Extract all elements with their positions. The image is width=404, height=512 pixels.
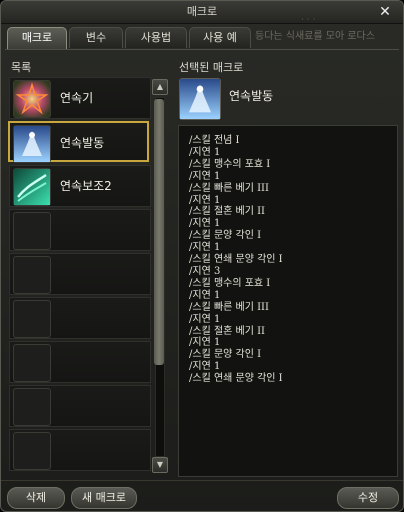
green-wave-icon <box>13 168 51 206</box>
tab-usage[interactable]: 사용법 <box>125 27 187 48</box>
empty-slot-icon <box>13 388 51 426</box>
frost-figure-icon <box>13 125 51 163</box>
macro-name: 연속기 <box>60 91 94 105</box>
empty-slot-icon <box>13 344 51 382</box>
spark-star-icon <box>13 80 51 118</box>
scroll-up-icon[interactable]: ▲ <box>152 79 168 95</box>
empty-macro-slot[interactable] <box>9 209 151 251</box>
selected-heading: 선택된 매크로 <box>179 61 244 74</box>
empty-macro-slot[interactable] <box>9 385 151 427</box>
macro-window: 매크로 ✕ · · · 등다는 식새료를 모아 로다스 매크로 변수 사용법 사… <box>0 0 404 512</box>
empty-slot-icon <box>13 212 51 250</box>
window-title: 매크로 <box>186 5 218 18</box>
close-icon[interactable]: ✕ <box>377 1 393 23</box>
macro-script-line: /스킬 문양 각인 I <box>189 230 262 242</box>
macro-script-line: /스킬 전념 I <box>189 135 240 146</box>
list-heading: 목록 <box>11 61 32 74</box>
macro-name: 연속발동 <box>60 136 105 150</box>
macro-script-line: /지연 1 <box>189 146 221 158</box>
macro-list-item[interactable]: 연속보조2 <box>9 165 151 207</box>
macro-script-line: /지연 3 <box>189 265 221 277</box>
macro-script-line: /지연 1 <box>189 361 221 373</box>
tab-macro[interactable]: 매크로 <box>7 27 67 50</box>
empty-slot-icon <box>13 256 51 294</box>
macro-script-line: /지연 1 <box>189 218 221 230</box>
empty-slot-icon <box>13 300 51 338</box>
macro-script-line: /지연 1 <box>189 337 221 349</box>
macro-list: 연속기 연속발동 연속보조2 <box>8 77 151 475</box>
macro-script-line: /스킬 연쇄 문양 각인 I <box>189 373 283 385</box>
macro-list-item[interactable]: 연속기 <box>9 77 151 119</box>
macro-name: 연속보조2 <box>60 179 112 193</box>
empty-macro-slot[interactable] <box>9 253 151 295</box>
background-text-fragment: · · · <box>301 15 316 25</box>
tab-examples[interactable]: 사용 예 <box>189 27 251 48</box>
tab-divider <box>5 49 399 50</box>
new-macro-button[interactable]: 새 매크로 <box>71 487 137 509</box>
macro-script-line: /스킬 연쇄 문양 각인 I <box>189 254 283 266</box>
macro-script-line: /스킬 맹수의 포효 I <box>189 277 271 289</box>
empty-macro-slot[interactable] <box>9 341 151 383</box>
macro-script-line: /스킬 빠른 베기 III <box>189 182 269 194</box>
macro-script-line: /지연 1 <box>189 242 221 254</box>
tab-bar: 매크로 변수 사용법 사용 예 <box>7 27 399 50</box>
empty-macro-slot[interactable] <box>9 429 151 471</box>
empty-slot-icon <box>13 432 51 470</box>
macro-script-line: /스킬 절혼 베기 II <box>189 206 266 218</box>
empty-macro-slot[interactable] <box>9 297 151 339</box>
macro-script-line: /지연 1 <box>189 313 221 325</box>
selected-macro-icon <box>179 78 221 120</box>
macro-script-line: /스킬 문양 각인 I <box>189 349 262 361</box>
scroll-down-icon[interactable]: ▼ <box>152 457 168 473</box>
macro-list-item-selected[interactable]: 연속발동 <box>8 121 149 163</box>
list-scrollbar[interactable]: ▲ ▼ <box>152 79 168 473</box>
tab-variables[interactable]: 변수 <box>69 27 123 48</box>
macro-script-line: /스킬 맹수의 포효 I <box>189 158 271 170</box>
bottom-bar: 삭제 새 매크로 수정 <box>1 480 403 511</box>
macro-script-line: /지연 1 <box>189 194 221 206</box>
macro-script-line: /지연 1 <box>189 289 221 301</box>
selected-macro-name: 연속발동 <box>229 89 274 103</box>
macro-script-line: /스킬 절혼 베기 II <box>189 325 266 337</box>
window-titlebar[interactable]: 매크로 ✕ <box>1 1 403 24</box>
edit-button[interactable]: 수정 <box>337 487 399 509</box>
macro-script-editor[interactable]: /스킬 전념 I/지연 1/스킬 맹수의 포효 I/지연 1/스킬 빠른 베기 … <box>178 125 398 477</box>
delete-button[interactable]: 삭제 <box>7 487 65 509</box>
scroll-thumb[interactable] <box>154 99 164 365</box>
macro-script-lines: /스킬 전념 I/지연 1/스킬 맹수의 포효 I/지연 1/스킬 빠른 베기 … <box>189 135 283 385</box>
macro-script-line: /스킬 빠른 베기 III <box>189 301 269 313</box>
macro-script-line: /지연 1 <box>189 170 221 182</box>
